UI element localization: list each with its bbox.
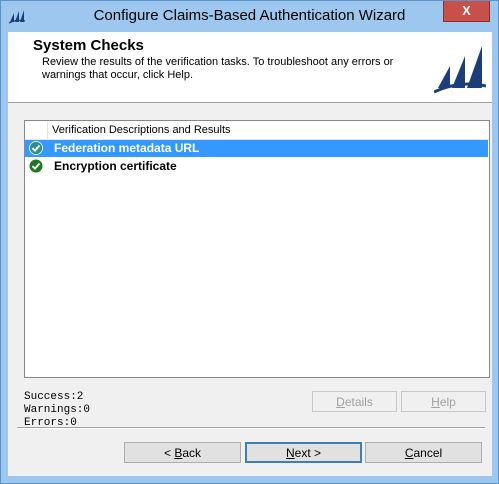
next-button[interactable]: Next > — [245, 442, 362, 463]
list-row-federation-metadata-url[interactable]: Federation metadata URL — [25, 140, 488, 157]
list-row-encryption-certificate[interactable]: Encryption certificate — [25, 158, 488, 175]
page-title: System Checks — [33, 37, 144, 54]
cancel-button[interactable]: Cancel — [365, 442, 482, 463]
close-button[interactable]: X — [443, 1, 490, 22]
help-button[interactable]: Help — [401, 391, 486, 412]
verification-list[interactable]: Verification Descriptions and Results Fe… — [24, 120, 490, 378]
window-title: Configure Claims-Based Authentication Wi… — [93, 7, 406, 24]
column-header-descriptions[interactable]: Verification Descriptions and Results — [52, 124, 231, 136]
page-description: Review the results of the verification t… — [42, 56, 394, 81]
row-label: Encryption certificate — [54, 159, 177, 173]
list-header: Verification Descriptions and Results — [25, 122, 489, 140]
footer-divider — [17, 427, 485, 429]
green-check-icon — [29, 159, 43, 173]
row-label: Federation metadata URL — [54, 141, 200, 155]
back-button[interactable]: < Back — [124, 442, 241, 463]
warnings-count: Warnings:0 — [24, 404, 91, 416]
status-column-header[interactable] — [25, 122, 48, 139]
wizard-client-area: System Checks Review the results of the … — [8, 32, 492, 476]
close-icon[interactable]: X — [462, 3, 471, 18]
dynamics-logo-icon — [434, 46, 486, 94]
results-summary: Success:2 Warnings:0 Errors:0 — [24, 391, 90, 430]
details-button[interactable]: Details — [312, 391, 397, 412]
wizard-header: System Checks Review the results of the … — [8, 32, 492, 103]
success-count: Success:2 — [24, 391, 84, 403]
title-bar[interactable]: Configure Claims-Based Authentication Wi… — [1, 1, 498, 31]
wizard-window: Configure Claims-Based Authentication Wi… — [0, 0, 499, 484]
green-check-icon — [29, 141, 43, 155]
